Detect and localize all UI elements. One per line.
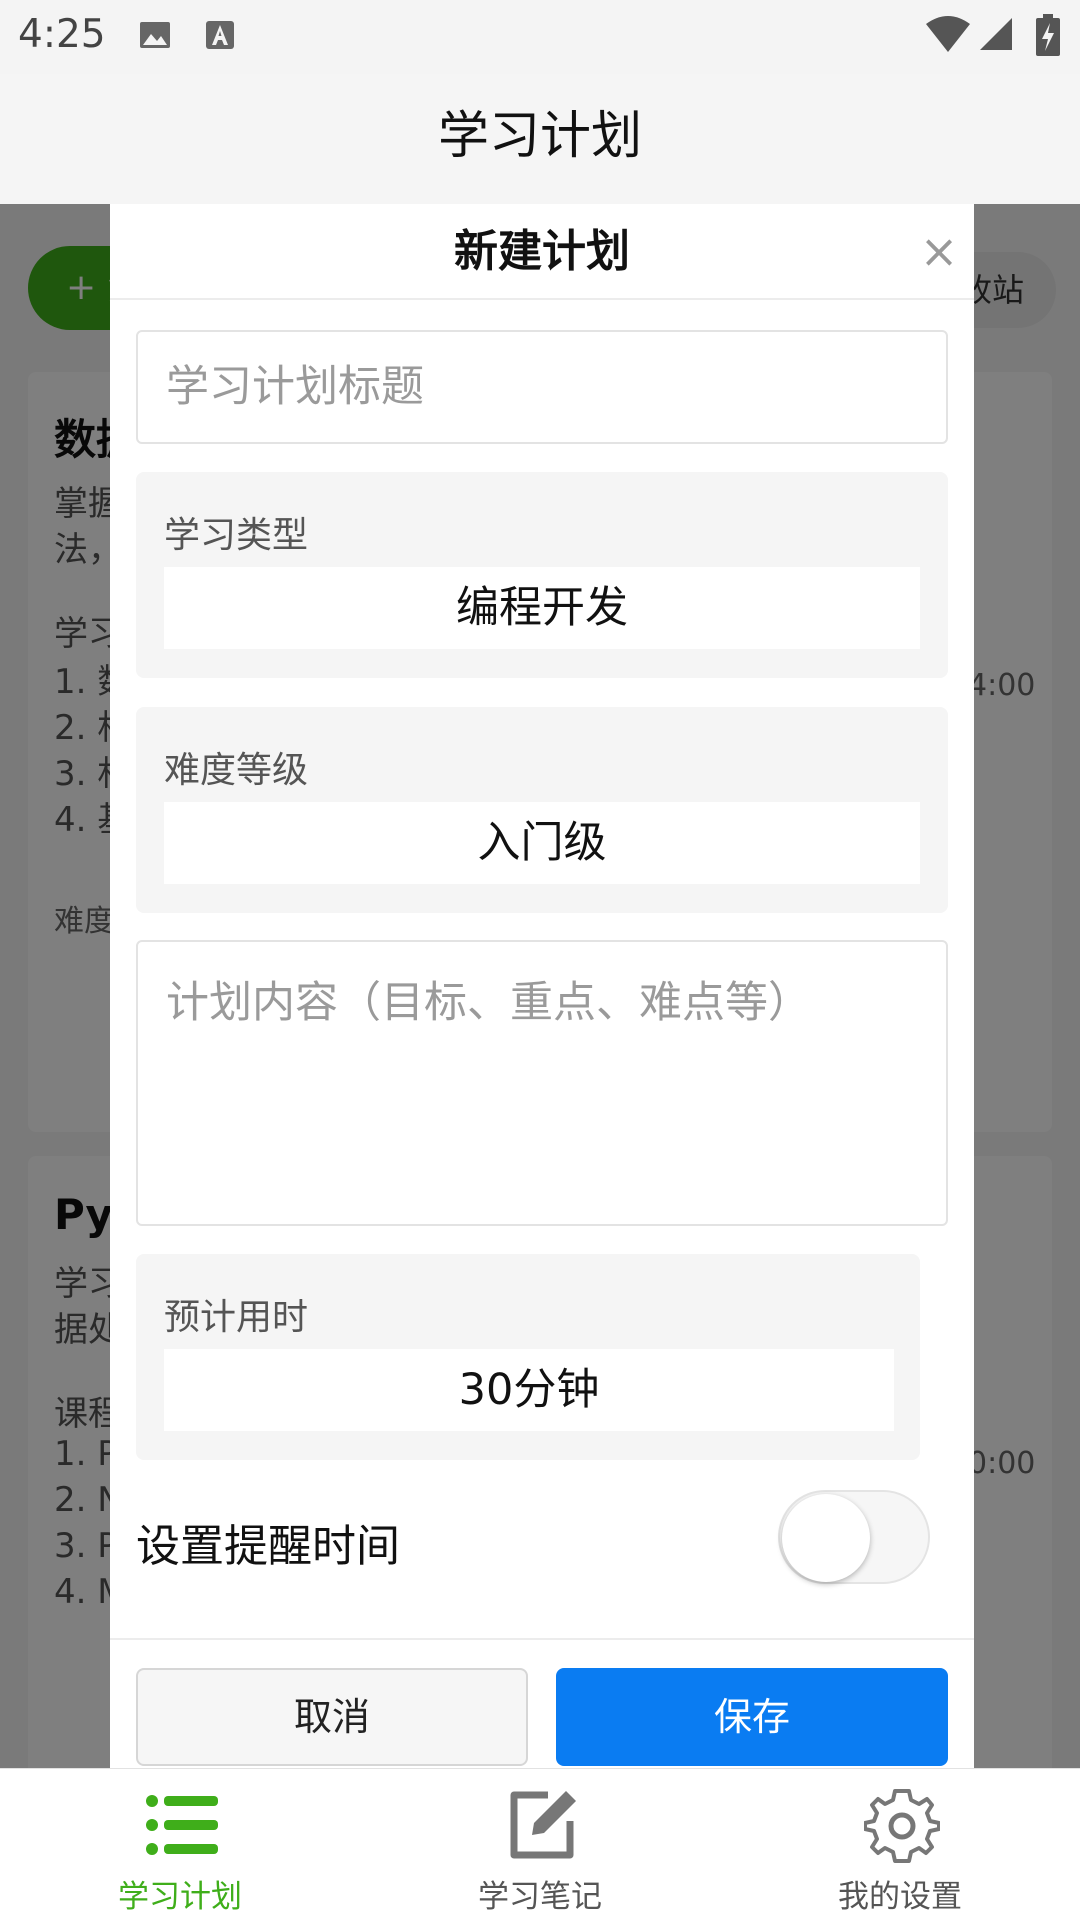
page-title: 学习计划: [437, 107, 642, 166]
estimated-time-value[interactable]: 30分钟: [164, 1349, 894, 1431]
plan-title-input[interactable]: [136, 330, 948, 444]
save-button[interactable]: 保存: [556, 1668, 948, 1766]
text-notification-icon: [206, 21, 234, 49]
list-icon: [146, 1795, 218, 1855]
edit-note-icon: [510, 1791, 576, 1859]
status-bar: 4:25: [0, 0, 1080, 74]
dialog-header: 新建计划 ×: [110, 204, 974, 300]
nav-label: 我的设置: [838, 1879, 962, 1915]
gear-icon: [864, 1789, 940, 1863]
estimated-time-picker[interactable]: 预计用时 30分钟: [136, 1254, 920, 1460]
dialog-title: 新建计划: [454, 226, 630, 277]
toggle-knob: [782, 1494, 870, 1582]
nav-label: 学习笔记: [478, 1879, 602, 1915]
close-icon[interactable]: ×: [914, 226, 964, 276]
difficulty-picker[interactable]: 难度等级 入门级: [136, 707, 948, 913]
nav-item-study-notes[interactable]: 学习笔记: [360, 1769, 720, 1920]
estimated-time-label: 预计用时: [164, 1297, 309, 1338]
study-type-value[interactable]: 编程开发: [164, 567, 920, 649]
wifi-icon: [926, 16, 970, 52]
nav-label: 学习计划: [118, 1879, 242, 1915]
cancel-button[interactable]: 取消: [136, 1668, 528, 1766]
nav-item-my-settings[interactable]: 我的设置: [720, 1769, 1080, 1920]
bottom-nav: 学习计划 学习笔记 我的设置: [0, 1768, 1080, 1920]
new-plan-dialog: 新建计划 × 学习类型 编程开发 难度等级 入门级 预计用时 30分钟 设置提醒…: [110, 204, 974, 1768]
status-time: 4:25: [18, 12, 106, 57]
difficulty-value[interactable]: 入门级: [164, 802, 920, 884]
battery-charging-icon: [1036, 14, 1060, 56]
image-notification-icon: [140, 22, 170, 48]
study-type-picker[interactable]: 学习类型 编程开发: [136, 472, 948, 678]
app-header: 学习计划: [0, 74, 1080, 204]
study-type-label: 学习类型: [164, 515, 309, 556]
divider: [110, 1638, 974, 1640]
cellular-signal-icon: [980, 18, 1012, 50]
plan-content-input[interactable]: [136, 940, 948, 1226]
nav-item-study-plan[interactable]: 学习计划: [0, 1769, 360, 1920]
reminder-toggle[interactable]: [778, 1490, 930, 1584]
difficulty-label: 难度等级: [164, 750, 309, 791]
reminder-label: 设置提醒时间: [136, 1521, 400, 1572]
